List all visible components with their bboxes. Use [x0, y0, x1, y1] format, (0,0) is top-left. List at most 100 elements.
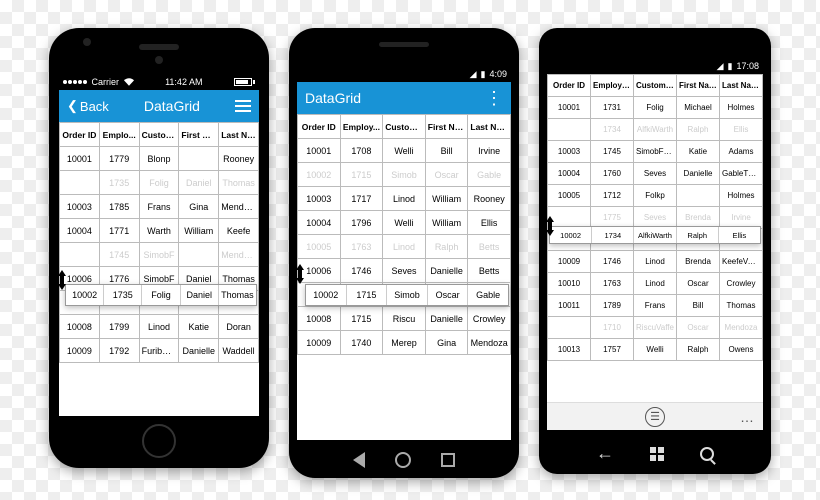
- table-row[interactable]: 1734AlfkiWarthRalphEllis: [548, 119, 763, 141]
- col-last-name[interactable]: Last Name: [720, 75, 763, 97]
- battery-icon: [234, 78, 255, 86]
- table-cell: Gina: [425, 331, 468, 355]
- col-last-name[interactable]: Last Na...: [219, 123, 259, 147]
- table-row[interactable]: 100021715SimobOscarGable: [298, 163, 511, 187]
- table-row[interactable]: 100011708WelliBillIrvine: [298, 139, 511, 163]
- table-row[interactable]: 1710RiscuVaffeOscarMendoza: [548, 317, 763, 339]
- table-row[interactable]: 100041771WarthWilliamKeefe: [60, 219, 259, 243]
- clock-label: 11:42 AM: [165, 77, 202, 87]
- table-cell: 1760: [591, 163, 634, 185]
- table-row[interactable]: 100091746LinodBrendaKeefeVargas: [548, 251, 763, 273]
- table-cell: 10011: [548, 295, 591, 317]
- table-cell: Crowley: [720, 273, 763, 295]
- table-cell: Thomas: [720, 295, 763, 317]
- list-view-button[interactable]: ☰: [645, 407, 665, 427]
- wp-status-bar: ◢ ▮ 17:08: [547, 58, 763, 74]
- table-cell: 10008: [60, 315, 100, 339]
- table-cell: KeefeVargas: [720, 251, 763, 273]
- col-first-name[interactable]: First Na...: [425, 115, 468, 139]
- back-button[interactable]: ←: [596, 443, 614, 464]
- col-employee-id[interactable]: Employ...: [340, 115, 383, 139]
- back-button[interactable]: ❮Back: [67, 98, 109, 114]
- table-row[interactable]: 100081715RiscuDanielleCrowley: [298, 307, 511, 331]
- table-cell: Michael: [677, 97, 720, 119]
- table-row[interactable]: 100111789FransBillThomas: [548, 295, 763, 317]
- table-row[interactable]: 100031785FransGinaMendoza: [60, 195, 259, 219]
- table-row[interactable]: 1745SimobFMendoza: [60, 243, 259, 267]
- table-cell: Holmes: [720, 97, 763, 119]
- table-row[interactable]: 100041796WelliWilliamEllis: [298, 211, 511, 235]
- table-row[interactable]: 1735FoligDanielThomas: [60, 171, 259, 195]
- data-grid[interactable]: 10002 1735 Folig Daniel Thomas Order ID …: [59, 122, 259, 416]
- table-cell: Holmes: [720, 185, 763, 207]
- table-row[interactable]: 100061746SevesDanielleBetts: [298, 259, 511, 283]
- table-cell: SimobFransW: [634, 141, 677, 163]
- col-first-name[interactable]: First Name: [677, 75, 720, 97]
- cell-customer-id: Folig: [142, 285, 180, 305]
- table-cell: Adams: [720, 141, 763, 163]
- table-row[interactable]: 100011779BlonpRooney: [60, 147, 259, 171]
- col-customer-id[interactable]: Custom...: [383, 115, 426, 139]
- table-cell: 1735: [99, 171, 139, 195]
- table-cell: 1715: [340, 163, 383, 187]
- table-cell: 10005: [298, 235, 341, 259]
- col-order-id[interactable]: Order ID: [548, 75, 591, 97]
- dragging-row[interactable]: 10002 1735 Folig Daniel Thomas: [65, 284, 257, 306]
- table-cell: 10008: [298, 307, 341, 331]
- table-cell: Frans: [634, 295, 677, 317]
- table-row[interactable]: 100051712FolkpHolmes: [548, 185, 763, 207]
- table-cell: Simob: [383, 163, 426, 187]
- table-cell: 10004: [548, 163, 591, 185]
- table-cell: 1763: [591, 273, 634, 295]
- grid-table: Order ID Emplo... Custom... First Na... …: [59, 122, 259, 363]
- col-first-name[interactable]: First Na...: [179, 123, 219, 147]
- table-row[interactable]: 100081799LinodKatieDoran: [60, 315, 259, 339]
- table-row[interactable]: 100041760SevesDanielleGableThomas: [548, 163, 763, 185]
- data-grid[interactable]: 10002 1734 AlfkiWarth Ralph Ellis Order …: [547, 74, 763, 430]
- dragging-row[interactable]: 10002 1734 AlfkiWarth Ralph Ellis: [549, 226, 761, 244]
- recents-button[interactable]: [441, 453, 455, 467]
- table-cell: Katie: [179, 315, 219, 339]
- col-order-id[interactable]: Order ID: [298, 115, 341, 139]
- col-employee-id[interactable]: Emplo...: [99, 123, 139, 147]
- table-row[interactable]: 100091792FuribFolkoDanielleWaddell: [60, 339, 259, 363]
- table-row[interactable]: 100011731FoligMichaelHolmes: [548, 97, 763, 119]
- table-row[interactable]: 100091740MerepGinaMendoza: [298, 331, 511, 355]
- more-menu-icon[interactable]: …: [740, 409, 755, 425]
- table-row[interactable]: 100131757WelliRalphOwens: [548, 339, 763, 361]
- hamburger-menu-icon[interactable]: [235, 100, 251, 112]
- overflow-menu-icon[interactable]: ⋮: [485, 88, 503, 109]
- table-cell: 1792: [99, 339, 139, 363]
- cell-employee-id: 1734: [592, 227, 634, 243]
- table-row[interactable]: 100031717LinodWilliamRooney: [298, 187, 511, 211]
- dragging-row[interactable]: 10002 1715 Simob Oscar Gable: [305, 284, 509, 306]
- table-cell: Folig: [139, 171, 179, 195]
- home-button[interactable]: [395, 452, 411, 468]
- cell-last-name: Ellis: [719, 227, 760, 243]
- home-button[interactable]: [650, 447, 664, 461]
- home-button[interactable]: [142, 424, 176, 458]
- table-cell: 1712: [591, 185, 634, 207]
- iphone-screen: Carrier 11:42 AM ❮Back DataGrid 10002 17…: [59, 74, 259, 416]
- cell-last-name: Gable: [468, 285, 508, 305]
- table-cell: Owens: [720, 339, 763, 361]
- back-button[interactable]: [353, 452, 365, 468]
- table-row[interactable]: 100101763LinodOscarCrowley: [548, 273, 763, 295]
- table-row[interactable]: 100031745SimobFransWKatieAdams: [548, 141, 763, 163]
- data-grid[interactable]: 10002 1715 Simob Oscar Gable Order ID Em…: [297, 114, 511, 440]
- col-employee-id[interactable]: Employee ID: [591, 75, 634, 97]
- table-row[interactable]: 100051763LinodRalphBetts: [298, 235, 511, 259]
- col-customer-id[interactable]: Custom...: [139, 123, 179, 147]
- cell-order-id: 10002: [306, 285, 347, 305]
- table-cell: Linod: [634, 273, 677, 295]
- col-order-id[interactable]: Order ID: [60, 123, 100, 147]
- table-cell: 1771: [99, 219, 139, 243]
- header-row: Order ID Employee ID Customer ID First N…: [548, 75, 763, 97]
- col-customer-id[interactable]: Customer ID: [634, 75, 677, 97]
- signal-icon: ◢: [717, 61, 724, 72]
- table-cell: FuribFolko: [139, 339, 179, 363]
- col-last-name[interactable]: Last Na...: [468, 115, 511, 139]
- table-cell: Ellis: [720, 119, 763, 141]
- table-cell: Irvine: [468, 139, 511, 163]
- search-button[interactable]: [700, 447, 714, 461]
